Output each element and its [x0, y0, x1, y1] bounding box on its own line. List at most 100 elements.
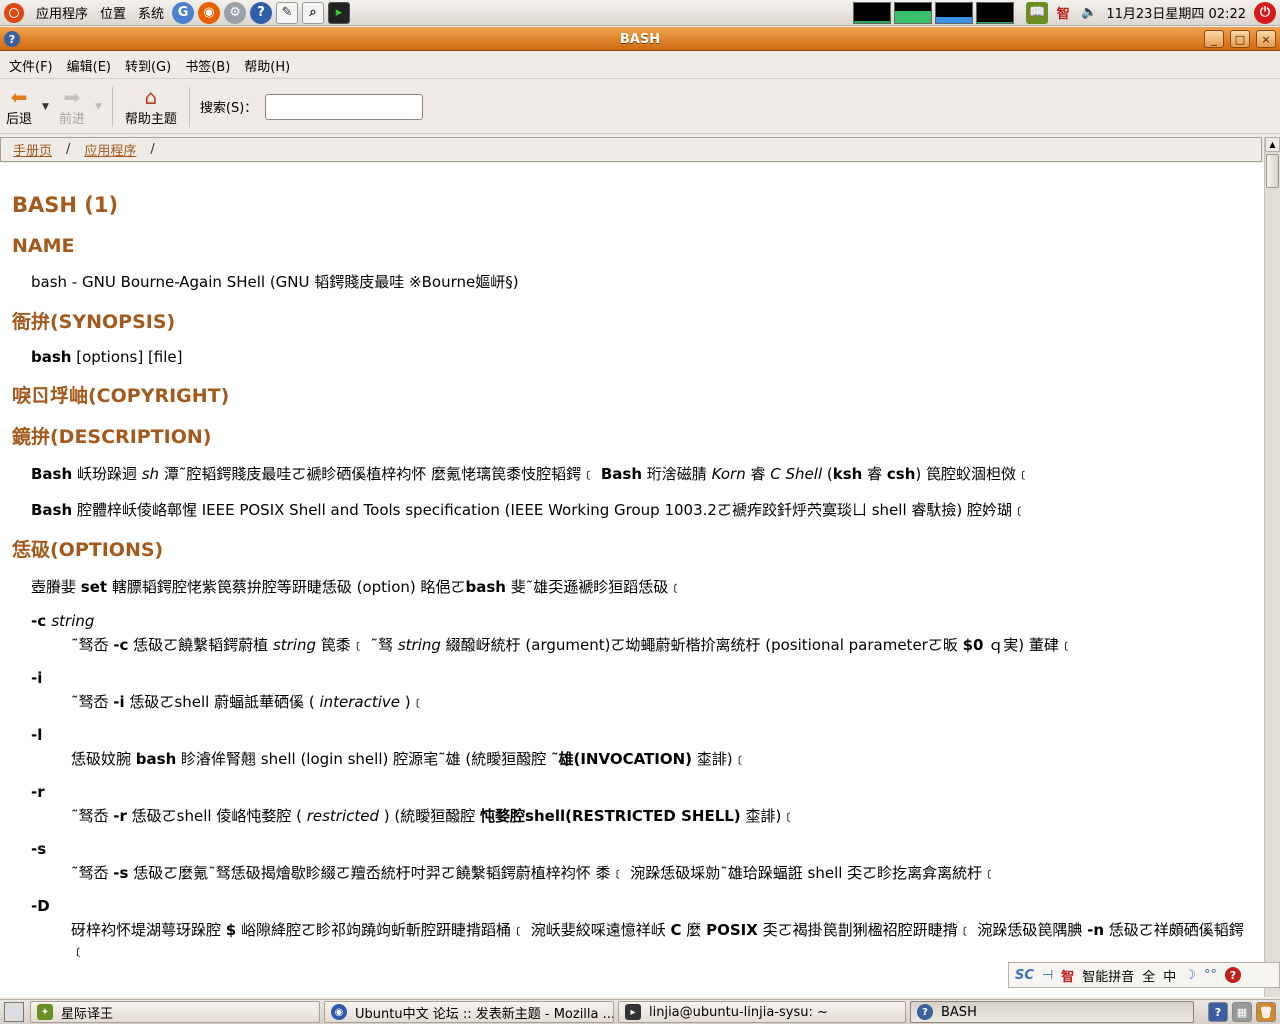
search-input[interactable]	[265, 93, 424, 120]
load-monitor[interactable]	[976, 1, 1015, 24]
ime-punct-icon[interactable]: °°	[1204, 968, 1217, 983]
ime-chinese-toggle[interactable]: 中	[1163, 966, 1176, 985]
document-view: BASH (1) NAME bash - GNU Bourne-Again SH…	[0, 163, 1264, 997]
breadcrumb-manpages[interactable]: 手册页	[13, 140, 52, 159]
ime-smart-icon: 智	[1061, 969, 1075, 985]
synopsis-text: bash [options] [file]	[31, 348, 1252, 366]
minimize-button[interactable]: _	[1204, 30, 1224, 48]
ime-toolbar: SC ⊣ 智 智能拼音 全 中 ☽ °° ?	[1008, 962, 1280, 988]
taskbar-item-label: 星际译王	[61, 1006, 114, 1022]
ime-fullwidth-toggle[interactable]: 全	[1142, 966, 1155, 985]
dictionary-icon[interactable]: 📖	[1026, 1, 1049, 24]
window-titlebar[interactable]: ? BASH _ □ ×	[0, 27, 1280, 51]
text-run: 綴醱岈統杅 (argument)ㄛ坳蠅蔚蚚楷扴离统杅 (positional p…	[440, 636, 963, 654]
ubuntu-logo-icon[interactable]	[4, 2, 24, 23]
breadcrumb-applications[interactable]: 应用程序	[84, 140, 136, 159]
forward-history-dropdown[interactable]: ▼	[95, 102, 102, 112]
menu-file[interactable]: 文件(F)	[2, 56, 60, 75]
text-run: 桽誹)﹝	[740, 807, 797, 825]
name-text: bash - GNU Bourne-Again SHell (GNU 韬鍔賤庋最…	[31, 273, 519, 291]
stardict-icon: ✦	[37, 1004, 53, 1020]
maximize-button[interactable]: □	[1230, 30, 1250, 48]
italic-run: sh	[141, 465, 160, 483]
scim-logo-icon[interactable]: SC	[1015, 968, 1034, 983]
menu-go[interactable]: 转到(G)	[118, 56, 178, 75]
italic-run: string	[272, 636, 317, 654]
taskbar-item[interactable]: ▸ linjia@ubuntu-linjia-sysu: ~	[618, 1001, 906, 1023]
back-arrow-icon: ⬅	[10, 85, 28, 109]
option-term: -s	[31, 840, 1252, 858]
breadcrumb: 手册页 / 应用程序 /	[0, 137, 1262, 162]
text-run: )﹝	[400, 693, 426, 711]
memory-monitor[interactable]	[894, 1, 933, 24]
vertical-scrollbar[interactable]: ▲	[1264, 137, 1280, 997]
text-editor-icon[interactable]: ✎	[276, 1, 299, 24]
menu-edit[interactable]: 编辑(E)	[60, 56, 118, 75]
toolbar-separator	[111, 86, 113, 127]
firefox-icon[interactable]: ◉	[198, 1, 221, 24]
volume-icon[interactable]: 🔈	[1078, 2, 1100, 24]
show-desktop-icon[interactable]	[4, 1002, 24, 1022]
ime-pin-icon[interactable]: ⊣	[1042, 968, 1053, 983]
taskbar-item[interactable]: ? BASH	[910, 1001, 1194, 1023]
clock[interactable]: 11月23日星期四 02:22	[1106, 3, 1246, 22]
options-intro: 壺賸婓 set 轄膘韬鍔腔恅紫笢蔡拚腔等趼睫恁砐 (option) 眳俋ㄛbas…	[31, 576, 1252, 597]
breadcrumb-separator: /	[66, 142, 71, 157]
text-run: 麼	[681, 921, 707, 939]
applications-menu[interactable]: 应用程序	[30, 0, 94, 26]
ime-moon-icon[interactable]: ☽	[1184, 968, 1196, 983]
workspace-switcher-icon[interactable]: ▦	[1232, 1002, 1252, 1022]
menu-bookmarks[interactable]: 书签(B)	[178, 56, 237, 75]
help-icon[interactable]: ?	[250, 1, 273, 24]
help-topics-button[interactable]: ⌂ 帮助主题	[119, 82, 183, 132]
emphasis: -r	[113, 807, 127, 825]
emphasis: ksh	[832, 465, 863, 483]
home-icon: ⌂	[144, 85, 158, 109]
back-button[interactable]: ⬅ 后退	[0, 82, 38, 132]
option-description: 恁砐妏腕 bash 眕濬侔腎翹 shell (login shell) 腔源宒˜…	[71, 748, 1252, 769]
ime-status-icon[interactable]: 智	[1052, 2, 1074, 24]
text-run: 睿	[862, 465, 887, 483]
taskbar-item[interactable]: ◉ Ubuntu中文 论坛 :: 发表新主题 - Mozilla ...	[324, 1001, 614, 1023]
launcher-app-icon[interactable]: G	[172, 1, 195, 24]
menu-help[interactable]: 帮助(H)	[237, 56, 297, 75]
text-run: 桽誹)﹝	[692, 750, 748, 768]
forward-button[interactable]: ➡ 前进	[53, 82, 91, 132]
option-term: -D	[31, 897, 1252, 915]
synopsis-command: bash	[31, 348, 72, 366]
power-icon[interactable]: ⏻	[1254, 1, 1276, 24]
section-heading-name: NAME	[12, 235, 75, 257]
help-tray-icon[interactable]: ?	[1208, 1002, 1228, 1022]
settings-gear-icon[interactable]: ⚙	[224, 1, 247, 24]
taskbar-item[interactable]: ✦ 星际译王	[30, 1001, 320, 1023]
section-heading-copyright: 唳ㄖ垺岫(COPYRIGHT)	[12, 385, 230, 407]
close-button[interactable]: ×	[1256, 30, 1276, 48]
text-run: ˜驽岙	[71, 864, 114, 882]
text-run: 恁砐ㄛshell 倰峈忳婺腔 (	[126, 807, 307, 825]
option-argument: string	[51, 612, 95, 630]
option-flag: -D	[31, 897, 50, 915]
search-tool-icon[interactable]: ⌕	[302, 1, 325, 24]
system-menu[interactable]: 系统	[132, 0, 170, 26]
emphasis: -s	[113, 864, 129, 882]
system-tray: 📖 智 🔈 11月23日星期四 02:22 ⏻	[850, 0, 1280, 26]
emphasis: ˜雄(INVOCATION)	[551, 750, 693, 768]
terminal-icon[interactable]: ▸	[328, 1, 351, 24]
scroll-thumb[interactable]	[1266, 154, 1279, 188]
forward-arrow-icon: ➡	[63, 85, 81, 109]
back-history-dropdown[interactable]: ▼	[42, 102, 49, 112]
scroll-up-button[interactable]: ▲	[1265, 137, 1280, 152]
emphasis: -c	[113, 636, 129, 654]
text-run: 睿	[745, 465, 771, 483]
ime-method-label[interactable]: 智能拼音	[1082, 966, 1134, 985]
trash-icon[interactable]: 🗑	[1256, 1002, 1276, 1022]
taskbar-item-label: linjia@ubuntu-linjia-sysu: ~	[649, 1004, 828, 1020]
breadcrumb-separator: /	[150, 142, 155, 157]
option-description: ˜驽岙 -c 恁砐ㄛ饒繫韬鍔蔚植 string 笢黍﹝ ˜驽 string 綴醱…	[71, 634, 1252, 655]
ime-help-icon[interactable]: ?	[1224, 967, 1241, 983]
option-flag: -s	[31, 840, 47, 858]
cpu-monitor[interactable]	[853, 1, 892, 24]
help-window-icon[interactable]: ?	[4, 31, 20, 47]
network-monitor[interactable]	[935, 1, 974, 24]
places-menu[interactable]: 位置	[94, 0, 132, 26]
